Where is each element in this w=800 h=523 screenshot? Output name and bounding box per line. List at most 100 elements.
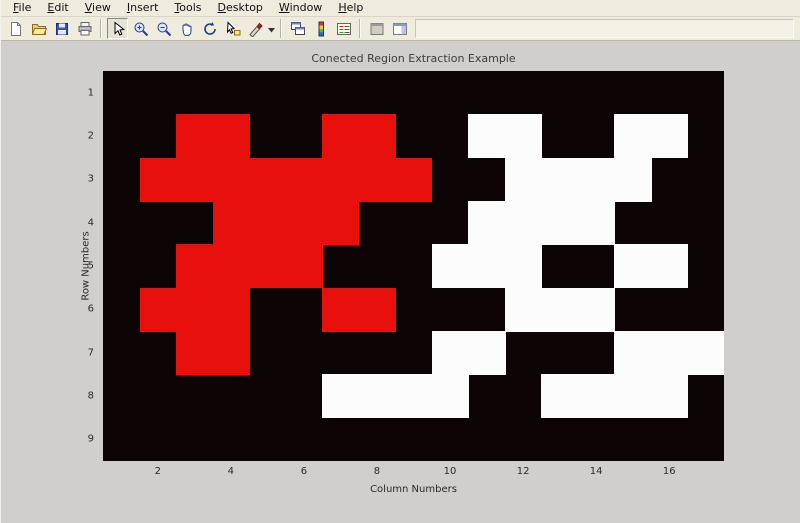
grid-cell [286,201,323,245]
zoom-in-button[interactable] [130,18,151,39]
menu-help[interactable]: Help [330,0,371,16]
grid-cell [614,331,651,375]
figure-canvas: Conected Region Extraction Example 12345… [1,42,800,523]
grid-cell [541,201,578,245]
insert-legend-button[interactable] [333,18,354,39]
y-tick-label: 7 [88,347,94,358]
grid-cell [651,244,688,288]
grid-cell [395,158,432,202]
save-figure-button[interactable] [51,18,72,39]
x-axis-tick-labels: 246810121416 [103,466,724,480]
x-tick-label: 4 [228,466,234,477]
grid-cell [578,201,615,245]
grid-cell [505,201,542,245]
data-cursor-icon [225,21,241,37]
grid-cell [359,158,396,202]
grid-cell [505,288,542,332]
grid-cell [286,158,323,202]
show-plot-tools-button[interactable] [389,18,410,39]
menu-tools[interactable]: Tools [166,0,209,16]
edit-plot-button[interactable] [107,18,128,39]
y-tick-label: 9 [88,434,94,445]
grid-cell [395,374,432,418]
rotate-3d-button[interactable] [199,18,220,39]
y-tick-label: 4 [88,217,94,228]
grid-cell [578,158,615,202]
grid-cell [614,244,651,288]
grid-cell [359,374,396,418]
toolbar-empty-area [415,19,794,38]
edit-plot-arrow-icon [110,21,126,37]
grid-cell [614,114,651,158]
grid-cell [614,158,651,202]
grid-cell [176,331,213,375]
grid-cell [578,288,615,332]
menu-insert[interactable]: Insert [119,0,167,16]
grid-cell [213,288,250,332]
grid-cell [213,331,250,375]
y-tick-label: 8 [88,391,94,402]
menu-window[interactable]: Window [271,0,330,16]
zoom-out-icon [156,21,172,37]
new-figure-button[interactable] [5,18,26,39]
brush-icon [248,21,264,37]
zoom-in-icon [133,21,149,37]
pan-hand-icon [179,21,195,37]
grid-cell [359,114,396,158]
grid-cell [432,244,469,288]
brush-dropdown-button[interactable] [267,18,276,39]
open-file-button[interactable] [28,18,49,39]
x-tick-label: 16 [663,466,676,477]
menubar: File Edit View Insert Tools Desktop Wind… [1,0,800,17]
grid-cell [468,331,505,375]
insert-colorbar-button[interactable] [310,18,331,39]
grid-cell [322,201,359,245]
brush-button[interactable] [245,18,266,39]
grid-cell [176,244,213,288]
menu-file[interactable]: File [5,0,39,16]
grid-cell [322,158,359,202]
toolbar-separator [280,19,282,38]
new-figure-icon [8,21,24,37]
grid-cell [505,158,542,202]
zoom-out-button[interactable] [153,18,174,39]
link-plot-button[interactable] [287,18,308,39]
menu-view[interactable]: View [77,0,119,16]
x-tick-label: 14 [590,466,603,477]
grid-cell [359,288,396,332]
data-cursor-button[interactable] [222,18,243,39]
menu-edit[interactable]: Edit [39,0,76,16]
grid-cell [468,201,505,245]
grid-cell [651,374,688,418]
hide-plot-tools-button[interactable] [366,18,387,39]
grid-cell [176,158,213,202]
toolbar-separator [359,19,361,38]
x-axis-label: Column Numbers [103,484,724,495]
show-plot-tools-icon [392,21,408,37]
grid-cell [213,201,250,245]
grid-cell [176,114,213,158]
grid-cell [322,374,359,418]
link-plot-icon [290,21,306,37]
grid-cell [651,331,688,375]
x-tick-label: 2 [155,466,161,477]
grid-cell [213,114,250,158]
menu-desktop[interactable]: Desktop [210,0,271,16]
save-figure-icon [54,21,70,37]
grid-cell [541,158,578,202]
grid-cell [432,374,469,418]
x-tick-label: 12 [517,466,530,477]
print-icon [77,21,93,37]
image-plot [103,71,724,461]
y-tick-label: 2 [88,130,94,141]
grid-cell [505,244,542,288]
grid-cell [140,158,177,202]
print-button[interactable] [74,18,95,39]
hide-plot-tools-icon [369,21,385,37]
grid-cell [176,288,213,332]
pan-button[interactable] [176,18,197,39]
grid-cell [505,114,542,158]
grid-cell [286,244,323,288]
grid-cell [578,374,615,418]
y-axis-label: Row Numbers [81,231,92,300]
